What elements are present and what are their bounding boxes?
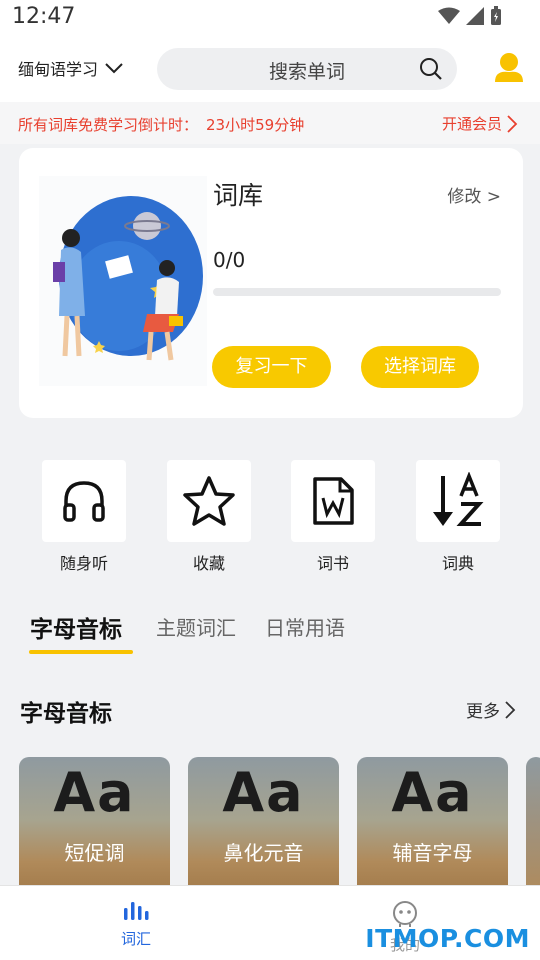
tab-daily-phrases[interactable]: 日常用语 bbox=[265, 612, 345, 641]
wifi-icon bbox=[438, 7, 460, 24]
feature-wordbook[interactable]: 词书 bbox=[291, 460, 375, 574]
progress-count: 0/0 bbox=[213, 248, 246, 272]
more-link-label: 更多 bbox=[466, 702, 500, 722]
status-bar: 12:47 bbox=[0, 0, 540, 36]
word-file-icon bbox=[313, 477, 354, 525]
wordbook-card: 词库 修改 > 0/0 复习一下 选择词库 bbox=[19, 148, 523, 418]
tile-big-text: Aa bbox=[391, 761, 474, 824]
status-time: 12:47 bbox=[12, 4, 76, 29]
category-tabs: 字母音标 主题词汇 日常用语 bbox=[0, 606, 540, 656]
bar-chart-icon bbox=[124, 902, 149, 920]
feature-favorites-label: 收藏 bbox=[192, 554, 225, 573]
feature-wordbook-label: 词书 bbox=[316, 554, 349, 573]
nav-vocabulary-label: 词汇 bbox=[120, 930, 151, 948]
headphones-icon bbox=[63, 481, 105, 522]
tile-next-peek[interactable] bbox=[526, 757, 540, 885]
tile-label: 辅音字母 bbox=[392, 841, 473, 865]
feature-favorites-box bbox=[167, 460, 251, 542]
more-link[interactable]: 更多 bbox=[466, 697, 516, 722]
chevron-right-icon bbox=[507, 114, 518, 133]
feature-listen-box bbox=[42, 460, 126, 542]
notice-message: 所有词库免费学习倒计时： bbox=[18, 116, 199, 134]
review-button[interactable]: 复习一下 bbox=[212, 346, 331, 388]
tile-big-text: Aa bbox=[222, 761, 305, 824]
nav-vocabulary[interactable]: 词汇 bbox=[96, 900, 176, 949]
section-title: 字母音标 bbox=[20, 701, 112, 727]
chevron-right-icon bbox=[505, 700, 516, 719]
top-bar: 缅甸语学习 搜索单词 bbox=[0, 36, 540, 102]
tile-nasal-vowel[interactable]: Aa 鼻化元音 bbox=[188, 757, 339, 885]
vip-link-label: 开通会员 bbox=[441, 115, 502, 133]
alphabet-tiles: Aa 短促调 Aa 鼻化元音 Aa 辅音字母 bbox=[0, 757, 540, 885]
wordbook-illustration bbox=[39, 176, 207, 386]
active-tab-indicator bbox=[29, 650, 133, 654]
feature-listen-label: 随身听 bbox=[59, 554, 108, 573]
free-trial-notice: 所有词库免费学习倒计时： 23小时59分钟 开通会员 bbox=[0, 102, 540, 144]
star-icon bbox=[183, 476, 235, 526]
feature-dictionary-box bbox=[416, 460, 500, 542]
wordbook-title: 词库 bbox=[213, 181, 264, 210]
tile-label: 鼻化元音 bbox=[223, 841, 304, 865]
battery-icon bbox=[491, 6, 501, 25]
status-icons bbox=[438, 6, 502, 26]
tab-alphabet[interactable]: 字母音标 bbox=[30, 610, 122, 644]
language-dropdown[interactable]: 缅甸语学习 bbox=[18, 56, 124, 80]
notice-countdown: 23小时59分钟 bbox=[206, 116, 305, 134]
search-placeholder: 搜索单词 bbox=[268, 61, 345, 83]
tile-consonants[interactable]: Aa 辅音字母 bbox=[357, 757, 508, 885]
sort-az-icon bbox=[433, 472, 484, 526]
search-input[interactable]: 搜索单词 bbox=[157, 48, 457, 90]
watermark: ITMOP.COM bbox=[365, 924, 530, 953]
vip-link[interactable]: 开通会员 bbox=[442, 113, 518, 134]
progress-bar bbox=[213, 288, 501, 296]
edit-wordbook-link[interactable]: 修改 > bbox=[447, 182, 501, 207]
feature-shortcuts: 随身听 收藏 词书 词典 bbox=[0, 460, 540, 580]
search-icon[interactable] bbox=[419, 57, 443, 81]
feature-dictionary-label: 词典 bbox=[441, 554, 474, 573]
language-label: 缅甸语学习 bbox=[18, 60, 99, 79]
tile-label: 短促调 bbox=[64, 841, 125, 865]
feature-dictionary[interactable]: 词典 bbox=[416, 460, 500, 574]
tab-topics[interactable]: 主题词汇 bbox=[156, 612, 236, 641]
choose-wordbook-button[interactable]: 选择词库 bbox=[361, 346, 479, 388]
tile-big-text: Aa bbox=[53, 761, 136, 824]
signal-icon bbox=[466, 7, 484, 25]
feature-listen[interactable]: 随身听 bbox=[42, 460, 126, 574]
feature-favorites[interactable]: 收藏 bbox=[167, 460, 251, 574]
notice-text: 所有词库免费学习倒计时： 23小时59分钟 bbox=[18, 114, 304, 135]
feature-wordbook-box bbox=[291, 460, 375, 542]
user-avatar-icon[interactable] bbox=[494, 52, 524, 82]
chevron-down-icon bbox=[105, 63, 123, 74]
tile-short-tone[interactable]: Aa 短促调 bbox=[19, 757, 170, 885]
